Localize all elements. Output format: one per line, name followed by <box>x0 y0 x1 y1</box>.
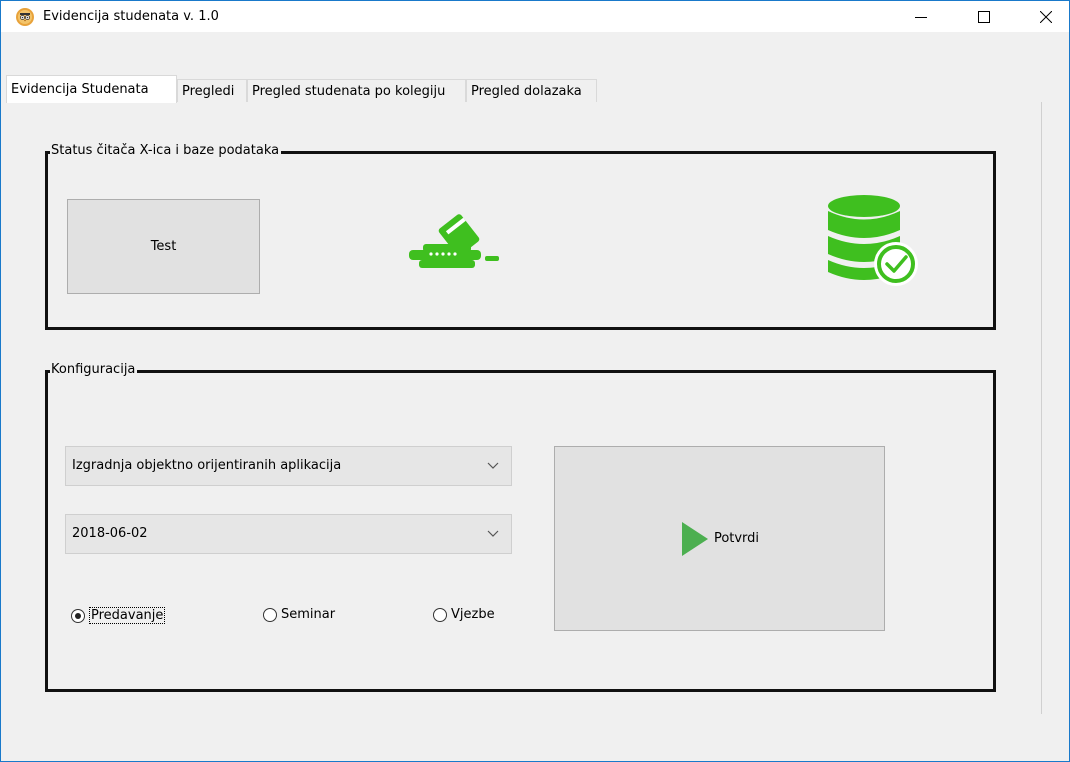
date-select[interactable]: 2018-06-02 <box>65 514 512 554</box>
tab-pregled-dolazaka[interactable]: Pregled dolazaka <box>466 79 597 102</box>
course-select-value: Izgradnja objektno orijentiranih aplikac… <box>72 458 342 473</box>
status-groupbox: Status čitača X-ica i baze podataka Test <box>45 143 996 330</box>
radio-checked-icon <box>71 608 85 623</box>
course-select[interactable]: Izgradnja objektno orijentiranih aplikac… <box>65 446 512 486</box>
title-bar: Evidencija studenata v. 1.0 <box>1 1 1069 32</box>
database-check-icon <box>826 194 921 294</box>
maximize-button[interactable] <box>961 1 1007 32</box>
config-group-title: Konfiguracija <box>50 362 138 377</box>
tab-label: Pregled dolazaka <box>471 84 582 99</box>
tab-pregled-studenata-po-kolegiju[interactable]: Pregled studenata po kolegiju <box>247 79 466 102</box>
radio-seminar[interactable]: Seminar <box>263 607 335 622</box>
radio-unchecked-icon <box>263 607 277 622</box>
radio-unchecked-icon <box>433 607 447 622</box>
radio-predavanje[interactable]: Predavanje <box>71 607 166 624</box>
maximize-icon <box>978 11 990 23</box>
tab-evidencija-studenata[interactable]: Evidencija Studenata <box>6 75 177 103</box>
owl-icon <box>15 7 35 27</box>
app-window: Evidencija studenata v. 1.0 Evidencija S… <box>0 0 1070 762</box>
config-groupbox: Konfiguracija Izgradnja objektno orijent… <box>45 362 996 692</box>
test-button[interactable]: Test <box>67 199 260 294</box>
radio-label: Predavanje <box>89 607 166 624</box>
radio-vjezbe[interactable]: Vjezbe <box>433 607 495 622</box>
tab-label: Pregled studenata po kolegiju <box>252 84 446 99</box>
close-icon <box>1040 11 1052 23</box>
close-button[interactable] <box>1023 1 1069 32</box>
radio-label: Vjezbe <box>451 607 495 622</box>
date-select-value: 2018-06-02 <box>72 526 148 541</box>
confirm-button[interactable]: Potvrdi <box>554 446 885 631</box>
tab-label: Evidencija Studenata <box>11 82 149 97</box>
tab-pregledi[interactable]: Pregledi <box>177 79 247 102</box>
minimize-button[interactable] <box>898 1 944 32</box>
chevron-down-icon <box>487 530 499 537</box>
tab-label: Pregledi <box>182 84 235 99</box>
window-title: Evidencija studenata v. 1.0 <box>43 9 219 24</box>
radio-label: Seminar <box>281 607 336 622</box>
play-icon <box>681 521 708 556</box>
minimize-icon <box>915 17 927 18</box>
test-button-label: Test <box>150 239 177 254</box>
status-group-title: Status čitača X-ica i baze podataka <box>50 143 282 158</box>
chevron-down-icon <box>487 462 499 469</box>
confirm-button-label: Potvrdi <box>713 531 760 546</box>
card-reader-icon <box>403 214 503 278</box>
